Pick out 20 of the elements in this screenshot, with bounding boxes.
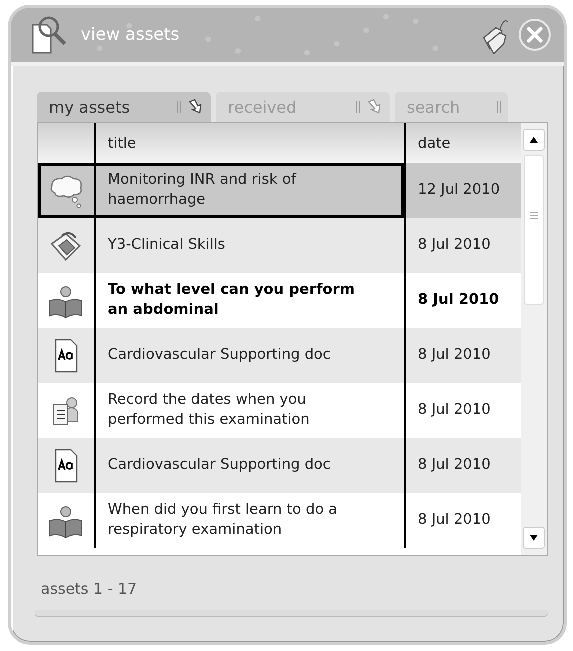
scroll-up-button[interactable]	[523, 129, 545, 151]
column-header[interactable]: title	[94, 123, 404, 163]
table-row[interactable]: Cardiovascular Supporting doc 8 Jul 2010	[38, 328, 521, 383]
table-row[interactable]: Monitoring INR and risk of haemorrhage 12 Jul 2010	[38, 163, 521, 218]
window-title: view assets	[81, 25, 180, 45]
grip-icon	[497, 101, 502, 113]
status-text: assets 1 - 17	[41, 580, 138, 598]
table-row[interactable]: Cardiovascular Supporting doc 8 Jul 2010	[38, 438, 521, 493]
grip-icon	[530, 212, 538, 220]
tab[interactable]: my assets	[37, 92, 211, 122]
title-cell: Monitoring INR and risk of haemorrhage	[94, 163, 404, 218]
table-row[interactable]: Y3-Clinical Skills 8 Jul 2010	[38, 218, 521, 273]
scroll-down-button[interactable]	[523, 527, 545, 549]
scrollbar[interactable]	[521, 123, 547, 555]
title-cell: When did you first learn to do a respiratory examination	[94, 493, 404, 548]
up-arrow-icon	[530, 137, 538, 143]
grip-icon	[177, 101, 182, 113]
down-arrow-icon	[530, 535, 538, 541]
grip-icon	[356, 101, 361, 113]
scroll-thumb[interactable]	[524, 155, 544, 305]
